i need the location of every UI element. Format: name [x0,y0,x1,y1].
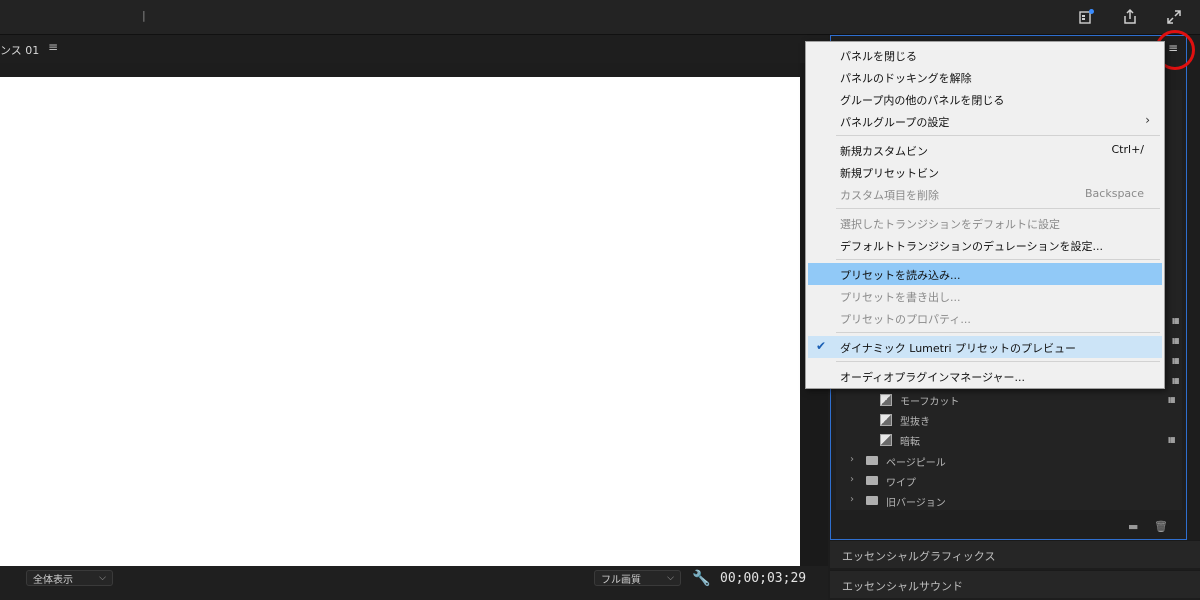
menu-separator [836,135,1160,136]
menu-separator [836,208,1160,209]
fit-dropdown-label: 全体表示 [33,574,73,586]
menu-item-close-panel[interactable]: パネルを閉じる [808,44,1162,66]
share-icon[interactable] [1119,6,1141,28]
transition-preset-icon [880,434,892,446]
menu-item-panel-group-settings[interactable]: パネルグループの設定 › [808,110,1162,132]
folder-label: ページピール [886,458,946,469]
menu-item-new-custom-bin[interactable]: 新規カスタムビン Ctrl+/ [808,139,1162,161]
menu-item-lumetri-preview[interactable]: ✔ ダイナミック Lumetri プリセットのプレビュー [808,336,1162,358]
accelerated-badge-icon: ▦ [1168,395,1176,404]
quick-export-icon[interactable] [1075,6,1097,28]
preset-label: モーフカット [900,397,960,408]
submenu-arrow-icon: › [1145,113,1150,127]
folder-item[interactable]: › ページピール [840,451,1182,471]
accelerated-badge-icon: ▦ [1172,376,1180,385]
preset-item[interactable]: 型抜き [840,410,1182,430]
transition-preset-icon [880,394,892,406]
menu-item-export-presets: プリセットを書き出し... [840,291,961,304]
chevron-right-icon[interactable]: › [850,454,854,465]
menu-item-new-preset-bin[interactable]: 新規プリセットビン [808,161,1162,183]
top-bar: | [0,0,1200,35]
folder-item[interactable]: › ワイプ [840,471,1182,491]
program-monitor-header: ンス 01 ≡ [0,35,828,63]
fit-dropdown[interactable]: 全体表示 ⌵ [26,570,113,586]
playhead-timecode[interactable]: 00;00;03;29 [720,571,806,586]
accelerated-badge-icon: ▦ [1172,356,1180,365]
preset-label: 型抜き [900,417,930,428]
preset-label: 暗転 [900,437,920,448]
chevron-right-icon[interactable]: › [850,494,854,505]
menu-item-set-default-duration[interactable]: デフォルトトランジションのデュレーションを設定... [808,234,1162,256]
chevron-down-icon: ⌵ [99,573,106,583]
folder-label: ワイプ [886,478,916,489]
folder-icon [866,496,878,505]
accelerated-badge-icon: ▦ [1168,435,1176,444]
menu-separator [836,259,1160,260]
program-monitor-canvas [0,77,800,566]
folder-label: 旧バージョン [886,498,946,509]
chevron-right-icon[interactable]: › [850,474,854,485]
sequence-menu-icon[interactable]: ≡ [48,40,58,54]
menu-separator [836,332,1160,333]
accelerated-badge-icon: ▦ [1172,316,1180,325]
accelerated-badge-icon: ▦ [1172,336,1180,345]
preset-item[interactable]: 暗転 ▦ [840,430,1182,450]
chevron-down-icon: ⌵ [667,573,674,583]
sequence-tab[interactable]: ンス 01 [0,42,39,58]
menu-item-set-default-transition: 選択したトランジションをデフォルトに設定 [840,218,1060,231]
quality-dropdown[interactable]: フル画質 ⌵ [594,570,681,586]
menu-item-import-presets[interactable]: プリセットを読み込み... [808,263,1162,285]
checkmark-icon: ✔ [816,339,827,353]
panel-context-menu: パネルを閉じる パネルのドッキングを解除 グループ内の他のパネルを閉じる パネル… [805,41,1165,389]
essential-sound-header[interactable]: エッセンシャルサウンド [830,570,1200,598]
folder-icon [866,456,878,465]
transition-preset-icon [880,414,892,426]
menu-item-undock-panel[interactable]: パネルのドッキングを解除 [808,66,1162,88]
quality-dropdown-label: フル画質 [601,574,641,586]
trash-icon[interactable]: 🗑 [1154,520,1168,533]
folder-icon [866,476,878,485]
menu-item-close-other-panels[interactable]: グループ内の他のパネルを閉じる [808,88,1162,110]
essential-graphics-header[interactable]: エッセンシャルグラフィックス [830,540,1200,568]
fullscreen-icon[interactable] [1163,6,1185,28]
wrench-icon[interactable]: 🔧 [692,569,711,587]
menu-separator [836,361,1160,362]
menu-item-preset-properties: プリセットのプロパティ... [840,313,971,326]
new-bin-icon[interactable]: ▬ [1128,520,1138,533]
preset-item[interactable]: モーフカット ▦ [840,390,1182,410]
program-monitor-footer: 全体表示 ⌵ フル画質 ⌵ 🔧 00;00;03;29 [0,566,828,600]
folder-item[interactable]: › 旧バージョン [840,491,1182,511]
menu-item-audio-plugin-manager[interactable]: オーディオプラグインマネージャー... [808,365,1162,387]
toolbar-separator: | [142,9,146,22]
menu-item-delete-custom-items: カスタム項目を削除 Backspace [840,187,1144,202]
